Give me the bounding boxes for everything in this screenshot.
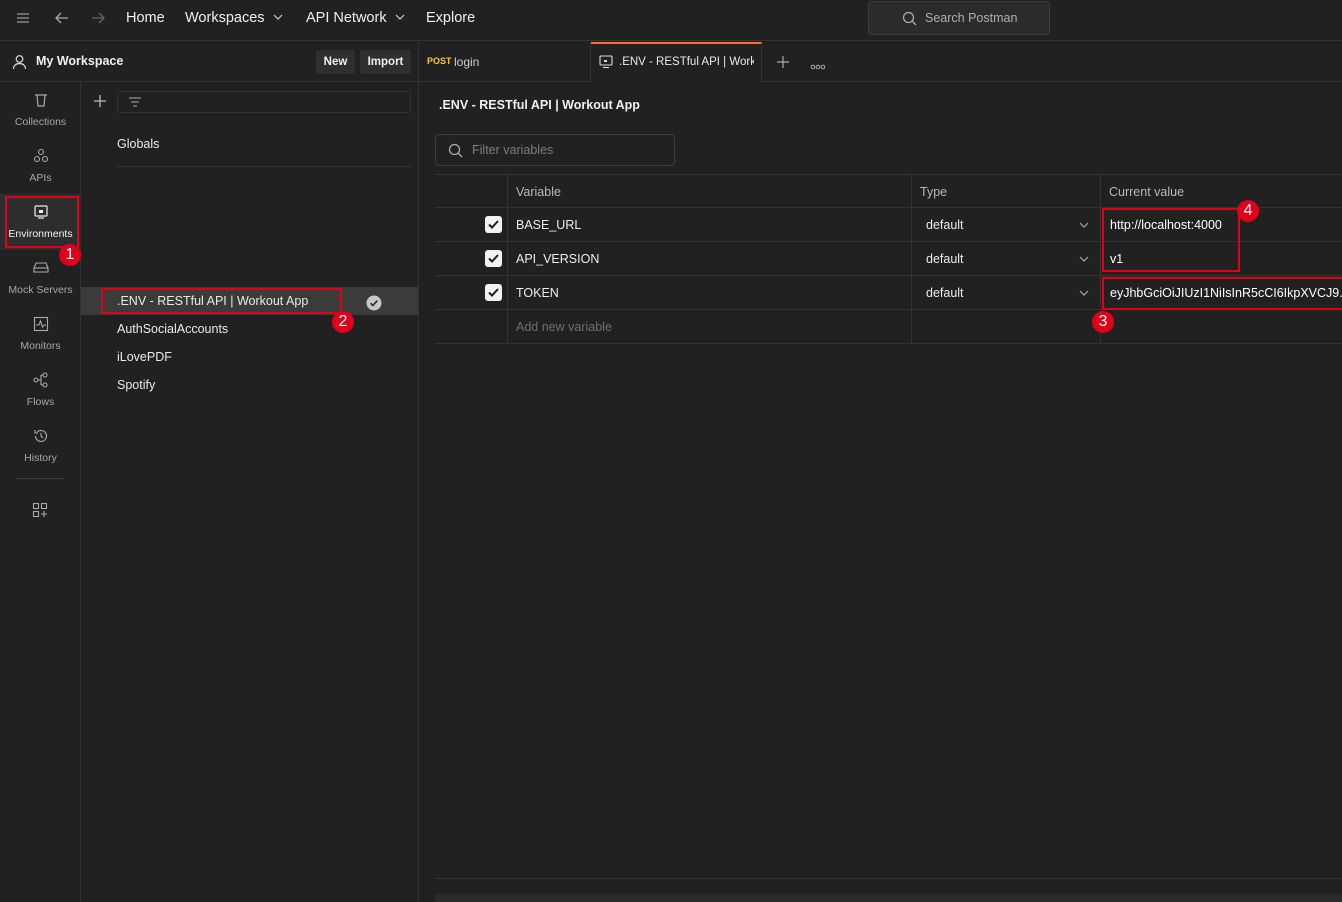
page-title: .ENV - RESTful API | Workout App	[439, 98, 640, 112]
variable-name[interactable]: API_VERSION	[516, 242, 599, 276]
add-environment-icon[interactable]	[93, 94, 107, 111]
checkmark-icon	[488, 220, 499, 229]
tab-login-label: login	[454, 55, 480, 69]
nav-workspaces[interactable]: Workspaces	[185, 10, 283, 26]
sidebar-item-collections[interactable]: Collections	[0, 82, 81, 138]
annotation-badge-3: 3	[1092, 311, 1114, 333]
tab-bar: POST login .ENV - RESTful API | Work	[419, 42, 1342, 82]
trash-can-icon	[0, 92, 81, 112]
chevron-down-icon[interactable]	[1079, 289, 1089, 297]
back-arrow-icon[interactable]	[54, 10, 70, 29]
chevron-down-icon	[395, 14, 405, 20]
nav-workspaces-label: Workspaces	[185, 10, 265, 26]
table-header-row: Variable Type Current value	[435, 174, 1342, 208]
environment-icon	[599, 55, 613, 69]
search-placeholder: Search Postman	[925, 11, 1018, 25]
sidebar-item-label: Mock Servers	[8, 284, 73, 296]
workspace-name: My Workspace	[36, 54, 124, 68]
sidebar-item-apis[interactable]: APIs	[0, 138, 81, 194]
nav-api-network[interactable]: API Network	[306, 10, 405, 26]
annotation-badge-2: 2	[332, 311, 354, 333]
annotation-badge-4: 4	[1237, 200, 1259, 222]
environment-item[interactable]: iLovePDF	[81, 343, 418, 371]
search-bar[interactable]: Search Postman	[868, 1, 1050, 35]
more-tabs-icon[interactable]	[810, 58, 826, 73]
import-button[interactable]: Import	[360, 50, 411, 74]
variable-name[interactable]: TOKEN	[516, 276, 559, 310]
sidebar-item-flows[interactable]: Flows	[0, 362, 81, 418]
sidebar-item-label: APIs	[29, 172, 52, 184]
highlight-box-1	[5, 196, 79, 248]
variable-type[interactable]: default	[926, 208, 964, 242]
tab-environment[interactable]: .ENV - RESTful API | Work	[591, 42, 762, 82]
menu-icon[interactable]	[15, 10, 31, 31]
highlight-box-3	[1102, 277, 1342, 310]
top-bar: Home Workspaces API Network Explore Sear…	[0, 0, 1342, 41]
highlight-box-2	[101, 288, 342, 314]
nav-explore[interactable]: Explore	[426, 10, 475, 26]
nav-home[interactable]: Home	[126, 10, 165, 26]
enable-checkbox[interactable]	[485, 250, 502, 267]
variable-name[interactable]: BASE_URL	[516, 208, 581, 242]
nav-api-network-label: API Network	[306, 10, 387, 26]
sidebar-item-history[interactable]: History	[0, 418, 81, 474]
header-type: Type	[920, 185, 948, 199]
user-icon	[12, 55, 27, 70]
header-current-value: Current value	[1109, 185, 1185, 199]
globals-item[interactable]: Globals	[81, 130, 418, 158]
search-icon	[902, 11, 917, 26]
flows-icon	[0, 372, 81, 392]
enable-checkbox[interactable]	[485, 216, 502, 233]
sidebar-item-label: History	[24, 452, 57, 464]
environment-editor: .ENV - RESTful API | Workout App Filter …	[419, 82, 1342, 902]
filter-placeholder: Filter variables	[472, 143, 554, 157]
add-variable-row: Add new variable	[435, 310, 1342, 344]
sidebar-item-label: Collections	[14, 116, 67, 128]
apis-icon	[0, 148, 81, 168]
chevron-down-icon	[273, 14, 282, 20]
tab-login[interactable]: POST login	[419, 42, 591, 82]
add-new-variable[interactable]: Add new variable	[516, 310, 612, 344]
enable-checkbox[interactable]	[485, 284, 502, 301]
sidebar-item-monitors[interactable]: Monitors	[0, 306, 81, 362]
environment-item[interactable]: AuthSocialAccounts	[81, 315, 418, 343]
new-button[interactable]: New	[316, 50, 355, 74]
history-icon	[0, 428, 81, 448]
search-icon	[448, 143, 463, 158]
horizontal-scrollbar[interactable]	[435, 894, 1342, 902]
sidebar-item-label: Flows	[26, 396, 55, 408]
checkmark-icon	[488, 288, 499, 297]
chevron-down-icon[interactable]	[1079, 255, 1089, 263]
annotation-badge-1: 1	[59, 244, 81, 266]
environment-search-input[interactable]	[117, 91, 411, 113]
new-tab-icon[interactable]	[776, 55, 790, 72]
highlight-box-4	[1102, 208, 1240, 272]
configure-sidebar-icon[interactable]	[32, 502, 48, 521]
tab-environment-label: .ENV - RESTful API | Work	[619, 56, 754, 68]
sidebar-item-label: Monitors	[20, 340, 61, 352]
panel-divider	[117, 166, 411, 167]
environment-item[interactable]: Spotify	[81, 371, 418, 399]
sidebar-divider	[16, 478, 64, 479]
monitor-icon	[0, 316, 81, 336]
bottom-divider	[435, 878, 1342, 879]
chevron-down-icon[interactable]	[1079, 221, 1089, 229]
forward-arrow-icon[interactable]	[90, 10, 106, 29]
checkmark-icon	[488, 254, 499, 263]
method-badge: POST	[427, 56, 452, 66]
workspace-header: My Workspace New Import	[0, 42, 419, 82]
header-variable: Variable	[516, 185, 561, 199]
environments-panel: Globals .ENV - RESTful API | Workout App…	[81, 82, 419, 902]
variable-type[interactable]: default	[926, 276, 964, 310]
variable-type[interactable]: default	[926, 242, 964, 276]
sidebar: Collections APIs Environments Mock Serve…	[0, 82, 81, 902]
filter-icon	[129, 97, 141, 107]
filter-variables-input[interactable]: Filter variables	[435, 134, 675, 166]
